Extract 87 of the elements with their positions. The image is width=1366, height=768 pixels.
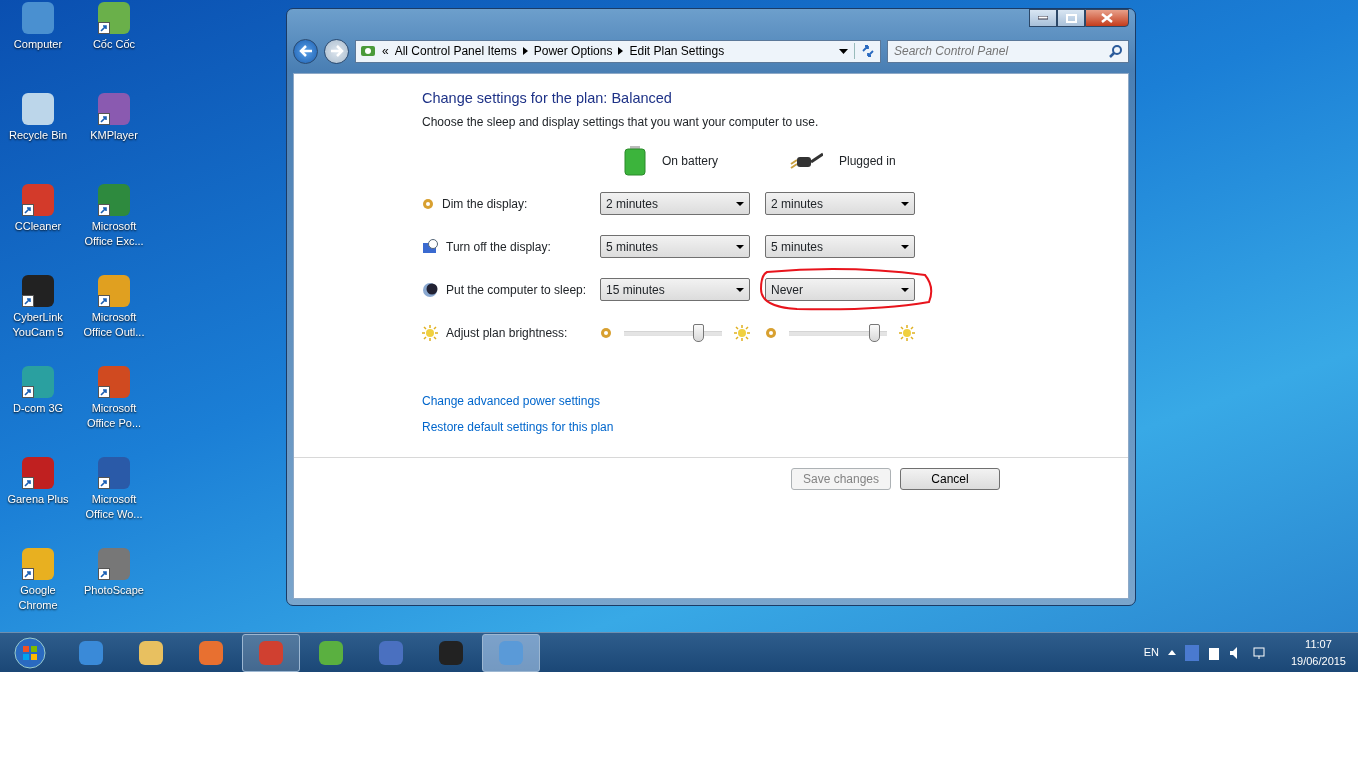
app-icon[interactable] [22,548,54,580]
dropdown-icon[interactable] [839,48,848,54]
icon-label[interactable]: Cốc Cốc [76,37,152,52]
dim-icon [765,326,777,339]
app-icon[interactable] [22,457,54,489]
show-hidden-icons[interactable] [1167,650,1176,655]
dropdown-arrow-icon [736,244,744,249]
search-field[interactable]: Search Control Panel [887,39,1129,63]
setting-label: Adjust plan brightness: [446,324,568,342]
dropdown-arrow-icon [736,287,744,292]
icon-label[interactable]: KMPlayer [76,128,152,143]
maximize-icon [1065,13,1077,23]
arrow-left-icon [298,45,313,57]
slider-thumb[interactable] [693,323,705,342]
breadcrumb[interactable]: Power Options [533,42,613,60]
column-header: On battery [662,152,719,170]
dropdown[interactable]: 5 minutes [765,235,915,259]
icon-label[interactable]: Garena Plus [0,492,76,507]
icon-label[interactable]: Recycle Bin [0,128,76,143]
overflow-chevron[interactable]: « [382,42,389,60]
icon-label[interactable]: Microsoft Office Wo... [76,492,152,522]
breadcrumb[interactable]: All Control Panel Items [394,42,517,60]
dropdown-arrow-icon [736,201,744,206]
language-indicator[interactable]: EN [1143,644,1159,661]
column-header: Plugged in [839,152,896,170]
moon-icon [422,281,438,298]
plug-icon [789,151,823,170]
icon-label[interactable]: Microsoft Office Exc... [76,219,152,249]
icon-label[interactable]: Google Chrome [0,583,76,613]
slider-thumb[interactable] [869,323,881,342]
refresh-icon[interactable] [854,43,876,59]
clock-time[interactable]: 11:07 [1305,636,1332,653]
app-icon[interactable] [98,548,130,580]
dim-icon [600,326,612,339]
link[interactable]: Change advanced power settings [422,392,1128,411]
app-icon[interactable] [98,93,130,125]
taskbar-app[interactable] [242,633,300,672]
setting-label: Dim the display: [442,195,528,213]
page-heading: Change settings for the plan: Balanced [422,90,673,108]
monitor-clock-icon [422,238,438,255]
setting-label: Put the computer to sleep: [446,281,587,299]
dropdown[interactable]: Never [765,278,915,302]
arrow-right-icon [329,45,344,57]
cancel-button[interactable]: Cancel [900,468,1000,490]
app-icon[interactable] [98,366,130,398]
minimize-icon [1038,16,1048,20]
back-button[interactable] [293,38,318,64]
link[interactable]: Restore default settings for this plan [422,418,1128,437]
dropdown-arrow-icon [901,244,909,249]
sun-icon [899,324,915,341]
chevron-icon [522,47,528,55]
sun-icon [734,324,750,341]
minimize-button[interactable] [1029,9,1057,27]
breadcrumb[interactable]: Edit Plan Settings [629,42,725,60]
close-icon [1101,13,1113,23]
dropdown[interactable]: 5 minutes [600,235,750,259]
maximize-button[interactable] [1057,9,1085,27]
address-bar[interactable]: « All Control Panel Items Power Options Edit Plan Settings [355,39,881,63]
icon-label[interactable]: Microsoft Office Outl... [76,310,152,340]
dropdown[interactable]: 2 minutes [600,192,750,216]
taskbar-app[interactable] [482,633,540,672]
dropdown-arrow-icon [901,287,909,292]
app-icon[interactable] [98,184,130,216]
battery-icon [624,145,646,176]
app-icon[interactable] [98,275,130,307]
icon-label[interactable]: Computer [0,37,76,52]
subtitle: Choose the sleep and display settings that you want your computer to use. [422,114,820,132]
search-icon [1109,43,1123,58]
dropdown-arrow-icon [901,201,909,206]
close-button[interactable] [1085,9,1129,27]
dim-icon [422,197,434,210]
dropdown[interactable]: 2 minutes [765,192,915,216]
app-icon[interactable] [22,184,54,216]
clock-date[interactable]: 19/06/2015 [1290,652,1346,669]
app-icon[interactable] [22,275,54,307]
chevron-icon [618,47,624,55]
app-icon[interactable] [98,2,130,34]
icon-label[interactable]: CyberLink YouCam 5 [0,310,76,340]
sun-icon [422,324,438,341]
app-icon[interactable] [22,366,54,398]
dropdown[interactable]: 15 minutes [600,278,750,302]
forward-button[interactable] [324,38,349,64]
app-icon[interactable] [98,457,130,489]
setting-label: Turn off the display: [446,238,551,256]
icon-label[interactable]: Microsoft Office Po... [76,401,152,431]
icon-label[interactable]: CCleaner [0,219,76,234]
icon-label[interactable]: D-com 3G [0,401,76,416]
